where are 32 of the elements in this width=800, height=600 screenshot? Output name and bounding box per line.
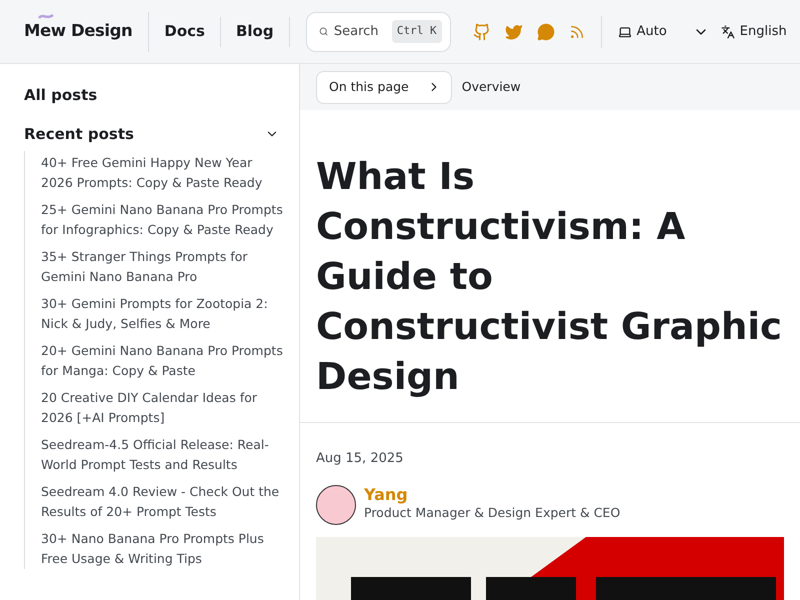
avatar bbox=[316, 484, 356, 524]
post-link[interactable]: 40+ Free Gemini Happy New Year 2026 Prompts: Copy & Paste Ready bbox=[41, 153, 287, 193]
section-toggle[interactable]: Recent posts bbox=[24, 122, 279, 145]
nav-link[interactable]: Blog bbox=[220, 20, 289, 43]
post-link[interactable]: 30+ Gemini Prompts for Zootopia 2: Nick & Judy, Selfies & More bbox=[41, 294, 287, 334]
post-link[interactable]: Seedream 4.0 Review - Check Out the Results of 20+ Prompt Tests bbox=[41, 482, 287, 522]
author-role: Product Manager & Design Expert & CEO bbox=[364, 504, 620, 522]
twitter-icon[interactable] bbox=[504, 22, 523, 40]
post-link[interactable]: 25+ Gemini Nano Banana Pro Prompts for Infographics: Copy & Paste Ready bbox=[41, 200, 287, 240]
post-link[interactable]: 20+ Gemini Nano Banana Pro Prompts for Manga: Copy & Paste bbox=[41, 341, 287, 381]
theme-select[interactable]: Auto bbox=[618, 22, 667, 42]
laptop-icon bbox=[618, 24, 632, 38]
wave-icon bbox=[38, 13, 54, 20]
search-bar[interactable]: Search Ctrl K bbox=[306, 12, 451, 52]
article-title: What Is Constructivism: A Guide to Constructivist Graphic Design bbox=[316, 154, 783, 400]
post-link[interactable]: 30+ Nano Banana Pro Prompts Plus Free Usage & Writing Tips bbox=[41, 529, 287, 569]
post-link[interactable]: 20 Creative DIY Calendar Ideas for 2026 [+AI Prompts] bbox=[41, 388, 287, 428]
translate-icon bbox=[720, 24, 735, 38]
post-link[interactable]: 35+ Stranger Things Prompts for Gemini Nano Banana Pro bbox=[41, 247, 287, 287]
post-date: Aug 15, 2025 bbox=[316, 450, 404, 468]
toc-button[interactable]: On this page bbox=[316, 70, 452, 104]
language-select[interactable]: English bbox=[720, 22, 787, 42]
github-icon[interactable] bbox=[472, 22, 491, 40]
post-link[interactable]: Seedream-4.5 Official Release: Real-World Prompt Tests and Results bbox=[41, 435, 287, 475]
shortcut-key: Ctrl K bbox=[392, 20, 442, 43]
all-posts-link[interactable]: All posts bbox=[24, 84, 279, 106]
logo-link[interactable]: Mew Design bbox=[24, 21, 132, 40]
search-input[interactable]: Search bbox=[334, 22, 386, 42]
nav-link[interactable]: Docs bbox=[149, 20, 220, 43]
breadcrumb-current: Overview bbox=[462, 78, 521, 96]
chat-icon[interactable] bbox=[536, 22, 555, 40]
rss-icon[interactable] bbox=[568, 24, 585, 40]
